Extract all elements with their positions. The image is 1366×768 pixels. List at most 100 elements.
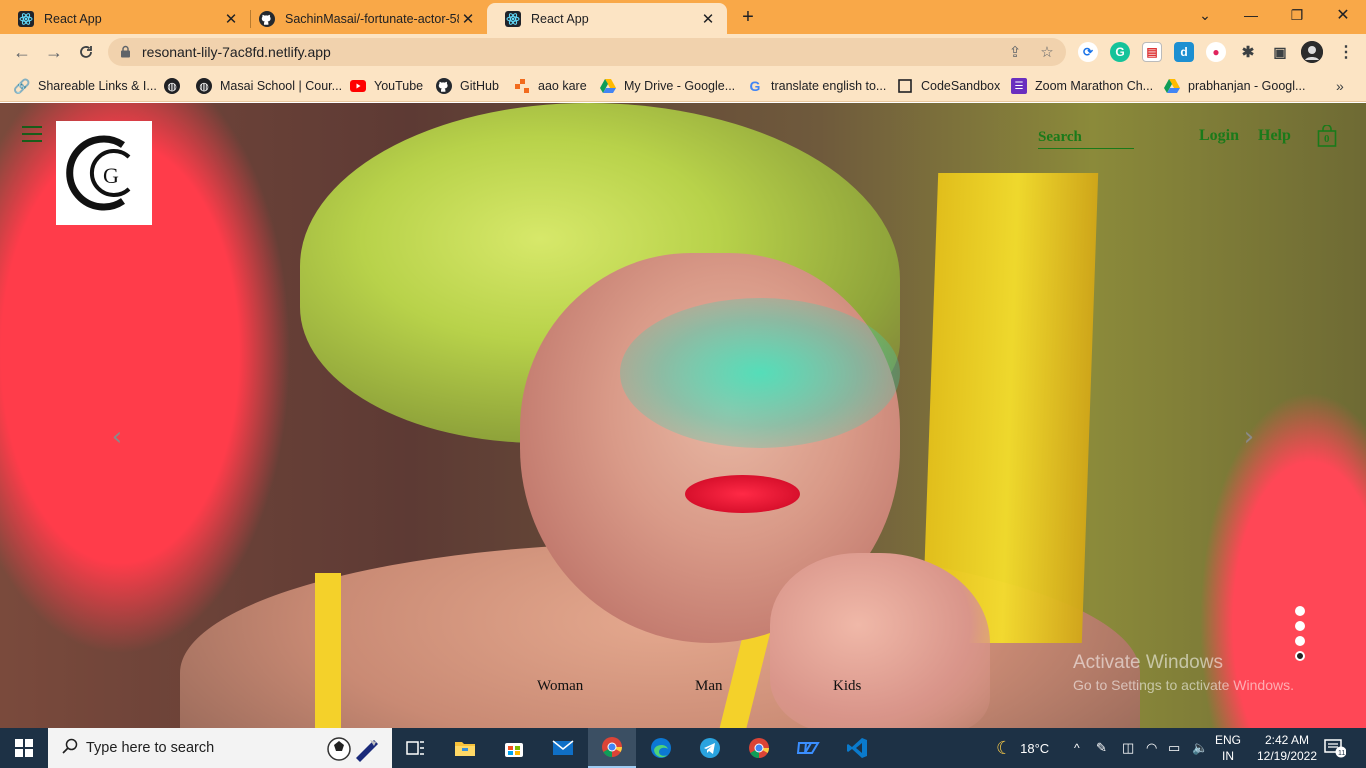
extensions-puzzle-icon[interactable]: ✱: [1238, 42, 1258, 62]
bookmark-label: Masai School | Cour...: [220, 79, 343, 93]
reload-icon[interactable]: [74, 40, 98, 64]
bookmark-item[interactable]: ☰ Zoom Marathon Ch...: [1011, 76, 1153, 96]
kebab-menu-icon[interactable]: ⋮: [1336, 42, 1356, 62]
camera-icon[interactable]: ◫: [1122, 728, 1134, 768]
hero-image-strap: [315, 573, 341, 728]
carousel-dot[interactable]: [1295, 606, 1305, 616]
close-tab-icon[interactable]: ✕: [459, 10, 477, 28]
bookmark-item[interactable]: 🔗 Shareable Links & I...: [13, 76, 157, 96]
language-indicator[interactable]: ENG IN: [1215, 732, 1241, 764]
teams-link-icon[interactable]: [784, 728, 832, 768]
tab-react-app-active[interactable]: React App ✕: [487, 3, 727, 34]
telegram-icon[interactable]: [686, 728, 734, 768]
share-icon[interactable]: ⇪: [1006, 43, 1024, 61]
notification-center-icon[interactable]: 11: [1324, 728, 1346, 768]
bookmark-item[interactable]: ◍: [164, 76, 188, 96]
d-extension-icon[interactable]: d: [1174, 42, 1194, 62]
wifi-icon[interactable]: ◠: [1146, 728, 1157, 768]
more-bookmarks-chevron-icon[interactable]: »: [1336, 76, 1344, 96]
close-window-button[interactable]: ✕: [1320, 0, 1366, 30]
hamburger-menu-icon[interactable]: [22, 126, 42, 142]
language-line1: ENG: [1215, 733, 1242, 747]
react-icon: [505, 10, 521, 27]
profile-avatar[interactable]: [1301, 41, 1323, 63]
battery-icon[interactable]: ▭: [1168, 728, 1180, 768]
minimize-button[interactable]: —: [1228, 0, 1274, 30]
tab-title: React App: [44, 11, 102, 26]
address-bar[interactable]: resonant-lily-7ac8fd.netlify.app ⇪ ☆: [108, 38, 1066, 66]
task-view-icon[interactable]: [392, 728, 440, 768]
show-hidden-icons-chevron-icon[interactable]: ^: [1074, 728, 1080, 768]
calendar-extension-icon[interactable]: ▤: [1142, 42, 1162, 62]
watermark-title: Activate Windows: [1073, 652, 1223, 673]
carousel-next-arrow-icon[interactable]: ›: [1239, 422, 1259, 452]
category-man-link[interactable]: Man: [695, 678, 723, 695]
moon-icon: ☾: [996, 737, 1013, 758]
hero-image-eyeshadow: [620, 298, 900, 448]
tab-title: SachinMasai/-fortunate-actor-58: [285, 11, 459, 26]
tab-react-app-1[interactable]: React App ✕: [0, 3, 250, 34]
sync-extension-icon[interactable]: ⟳: [1078, 42, 1098, 62]
carousel-dot[interactable]: [1295, 621, 1305, 631]
start-button[interactable]: [0, 728, 48, 768]
side-panel-icon[interactable]: ▣: [1270, 42, 1290, 62]
forward-arrow-icon[interactable]: →: [42, 40, 66, 64]
bookmark-label: translate english to...: [771, 79, 887, 93]
bookmark-label: aao kare: [538, 79, 587, 93]
weather-widget[interactable]: ☾ 18°C: [996, 728, 1049, 768]
bookmark-item[interactable]: CodeSandbox: [897, 76, 1000, 96]
taskbar-search-placeholder: Type here to search: [86, 740, 215, 756]
search-input[interactable]: Search: [1038, 129, 1134, 149]
microsoft-store-icon[interactable]: [490, 728, 538, 768]
bookmark-star-icon[interactable]: ☆: [1038, 43, 1056, 61]
close-tab-icon[interactable]: ✕: [699, 10, 717, 28]
bookmark-item[interactable]: GitHub: [436, 76, 499, 96]
bookmark-item[interactable]: prabhanjan - Googl...: [1164, 76, 1305, 96]
login-link[interactable]: Login: [1199, 127, 1239, 145]
carousel-dot-active[interactable]: [1295, 651, 1305, 661]
carousel-prev-arrow-icon[interactable]: ‹: [107, 422, 127, 452]
file-explorer-icon[interactable]: [441, 728, 489, 768]
windows-taskbar: Type here to search ☾ 18°C ^ ✎ ◫ ◠ ▭ 🔈 E…: [0, 728, 1366, 768]
tab-github[interactable]: SachinMasai/-fortunate-actor-58 ✕: [241, 3, 487, 34]
edge-icon[interactable]: [637, 728, 685, 768]
chrome-profile-icon[interactable]: [735, 728, 783, 768]
language-line2: IN: [1222, 749, 1234, 763]
react-icon: [18, 10, 34, 27]
category-kids-link[interactable]: Kids: [833, 678, 861, 695]
vscode-icon[interactable]: [833, 728, 881, 768]
bookmark-item[interactable]: My Drive - Google...: [600, 76, 735, 96]
activate-windows-watermark: Activate Windows Go to Settings to activ…: [1073, 652, 1294, 693]
clock[interactable]: 2:42 AM 12/19/2022: [1252, 732, 1322, 764]
bookmark-label: prabhanjan - Googl...: [1188, 79, 1306, 93]
google-icon: G: [749, 78, 761, 94]
restore-button[interactable]: ❐: [1274, 0, 1320, 30]
lock-icon: [120, 45, 131, 63]
browser-toolbar: ← → resonant-lily-7ac8fd.netlify.app ⇪ ☆…: [0, 34, 1366, 70]
bookmark-item[interactable]: aao kare: [514, 76, 587, 96]
carousel-dot[interactable]: [1295, 636, 1305, 646]
tab-search-chevron-icon[interactable]: ⌄: [1182, 0, 1228, 30]
record-extension-icon[interactable]: ●: [1206, 42, 1226, 62]
notification-count: 11: [1338, 750, 1345, 757]
bookmark-item[interactable]: ◍ Masai School | Cour...: [196, 76, 342, 96]
bookmark-item[interactable]: YouTube: [350, 76, 423, 96]
grammarly-icon[interactable]: G: [1110, 42, 1130, 62]
back-arrow-icon[interactable]: ←: [10, 40, 34, 64]
chrome-taskbar-icon[interactable]: [588, 728, 636, 768]
mail-icon[interactable]: [539, 728, 587, 768]
shopping-bag-icon[interactable]: 0: [1317, 124, 1337, 147]
tab-title: React App: [531, 11, 589, 26]
bookmark-item[interactable]: G translate english to...: [747, 76, 887, 96]
globe-icon: ◍: [164, 78, 180, 94]
close-tab-icon[interactable]: ✕: [222, 10, 240, 28]
site-logo[interactable]: G: [56, 121, 152, 225]
network-pen-icon[interactable]: ✎: [1096, 728, 1107, 768]
new-tab-button[interactable]: +: [737, 6, 759, 28]
hero-carousel: G Search Login Help 0 ‹ › Woman Man Kids…: [0, 103, 1366, 728]
volume-icon[interactable]: 🔈: [1192, 728, 1208, 768]
help-link[interactable]: Help: [1258, 127, 1291, 145]
clock-date: 12/19/2022: [1256, 749, 1318, 763]
taskbar-search-box[interactable]: Type here to search: [48, 728, 392, 768]
category-woman-link[interactable]: Woman: [537, 678, 583, 695]
